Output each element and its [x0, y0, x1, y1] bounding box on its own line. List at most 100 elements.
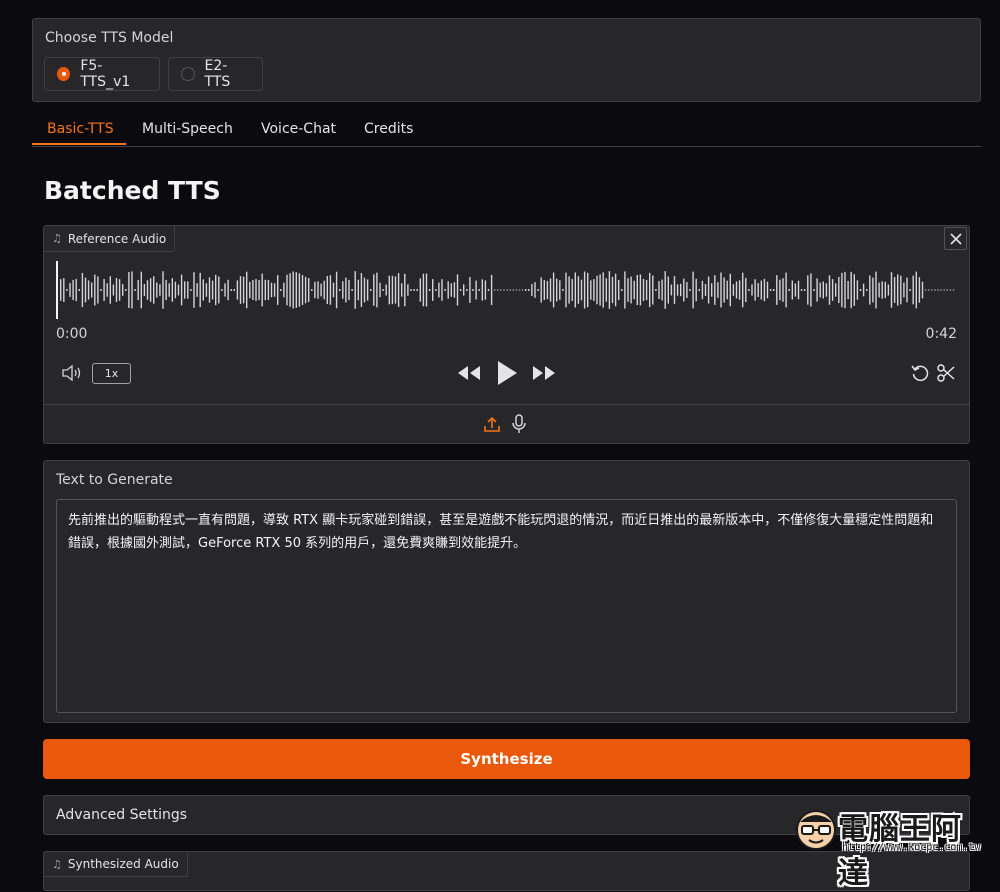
waveform-bar: [317, 281, 319, 299]
waveform-bar: [847, 280, 849, 300]
waveform-bar: [503, 289, 505, 291]
waveform-bar: [720, 272, 722, 308]
waveform-bar: [844, 271, 846, 309]
waveform-bar: [952, 289, 955, 291]
radio-f5-tts-v1[interactable]: F5-TTS_v1: [44, 57, 160, 91]
waveform-bar: [441, 279, 443, 301]
waveform-bar: [174, 281, 177, 299]
waveform-bar: [862, 283, 865, 297]
waveform-bar: [494, 289, 496, 291]
waveform-bar: [280, 289, 282, 291]
waveform-bar: [184, 281, 186, 299]
waveform-bar: [565, 272, 567, 308]
playhead[interactable]: [56, 261, 58, 319]
clear-audio-button[interactable]: [944, 227, 967, 250]
waveform-bar: [655, 289, 657, 291]
waveform-bar: [515, 289, 518, 291]
tab-basic-tts[interactable]: Basic-TTS: [47, 121, 114, 137]
waveform-bar: [450, 283, 452, 297]
waveform-bar: [304, 276, 307, 304]
waveform-bar: [940, 289, 942, 291]
waveform-bar: [459, 289, 462, 291]
waveform-bar: [382, 289, 384, 291]
waveform-bar: [128, 271, 130, 309]
reference-audio-player: ♫ Reference Audio 0:00 0:42 1x: [43, 225, 970, 444]
page-title: Batched TTS: [44, 176, 221, 205]
waveform-bar: [301, 275, 304, 305]
waveform-bar: [180, 274, 183, 306]
record-button[interactable]: [508, 412, 530, 436]
waveform-bar: [884, 281, 886, 299]
waveform-bar: [103, 279, 105, 301]
waveform-bar: [918, 277, 921, 303]
waveform-bar: [686, 281, 688, 299]
waveform-bar: [518, 289, 521, 291]
tab-credits[interactable]: Credits: [364, 121, 413, 137]
waveform-bar: [528, 289, 530, 291]
waveform-bar: [695, 278, 697, 302]
skip-backward-button[interactable]: [456, 362, 482, 384]
waveform-bar: [397, 273, 400, 307]
waveform-bar: [366, 279, 369, 301]
waveform-bar: [339, 289, 341, 291]
waveform-bar: [707, 276, 710, 304]
waveform-bar: [345, 277, 347, 303]
waveform-bar: [168, 283, 170, 297]
radio-e2-tts[interactable]: E2-TTS: [168, 57, 263, 91]
upload-icon: [484, 416, 500, 432]
waveform-bar: [921, 281, 924, 299]
waveform-bar: [766, 281, 769, 299]
waveform-bar: [866, 289, 868, 291]
waveform-bar: [754, 279, 756, 301]
waveform-bar: [60, 279, 62, 301]
watermark-url: http://www.kocpc.com.tw: [842, 842, 981, 853]
waveform-bar: [84, 277, 87, 303]
audio-waveform[interactable]: [54, 261, 959, 319]
waveform-bar: [627, 278, 629, 302]
volume-button[interactable]: [60, 362, 84, 384]
text-to-generate-input[interactable]: 先前推出的驅動程式一直有問題，導致 RTX 顯卡玩家碰到錯誤，甚至是遊戲不能玩閃…: [56, 499, 957, 713]
trim-button[interactable]: [935, 362, 957, 384]
tab-voice-chat[interactable]: Voice-Chat: [261, 121, 336, 137]
skip-forward-button[interactable]: [531, 362, 557, 384]
waveform-bar: [75, 278, 77, 302]
waveform-bar: [931, 289, 933, 291]
waveform-bar: [143, 283, 146, 297]
reset-button[interactable]: [909, 362, 931, 384]
waveform-bar: [924, 289, 927, 291]
waveform-bar: [549, 278, 552, 302]
tab-multi-speech[interactable]: Multi-Speech: [142, 121, 233, 137]
synthesize-button[interactable]: Synthesize: [43, 739, 970, 779]
waveform-bar: [69, 283, 71, 297]
waveform-bar: [664, 271, 666, 309]
waveform-bar: [593, 279, 595, 301]
waveform-bar: [466, 289, 468, 291]
waveform-bar: [928, 289, 930, 291]
volume-icon: [62, 364, 81, 382]
waveform-bar: [658, 281, 660, 299]
waveform-bar: [729, 273, 731, 307]
waveform-bar: [202, 279, 204, 301]
waveform-bar: [807, 275, 809, 305]
play-button[interactable]: [493, 358, 521, 388]
waveform-bar: [698, 289, 700, 291]
waveform-bar: [587, 272, 589, 308]
waveform-bar: [949, 289, 952, 291]
waveform-bar: [270, 282, 273, 298]
waveform-bar: [438, 282, 440, 298]
waveform-bar: [159, 284, 161, 296]
tab-bar: Basic-TTS Multi-Speech Voice-Chat Credit…: [32, 112, 981, 147]
waveform-bar: [915, 271, 917, 309]
waveform-bar: [804, 289, 806, 291]
waveform-bar: [242, 276, 245, 304]
waveform-bar: [633, 280, 635, 300]
playback-rate-button[interactable]: 1x: [92, 363, 131, 384]
waveform-bar: [497, 289, 499, 291]
waveform-bar: [611, 276, 614, 304]
waveform-bar: [751, 284, 753, 296]
waveform-bar: [642, 278, 645, 302]
waveform-bar: [236, 280, 239, 300]
upload-button[interactable]: [481, 412, 503, 436]
waveform-bar: [97, 276, 99, 304]
waveform-bar: [199, 272, 201, 308]
